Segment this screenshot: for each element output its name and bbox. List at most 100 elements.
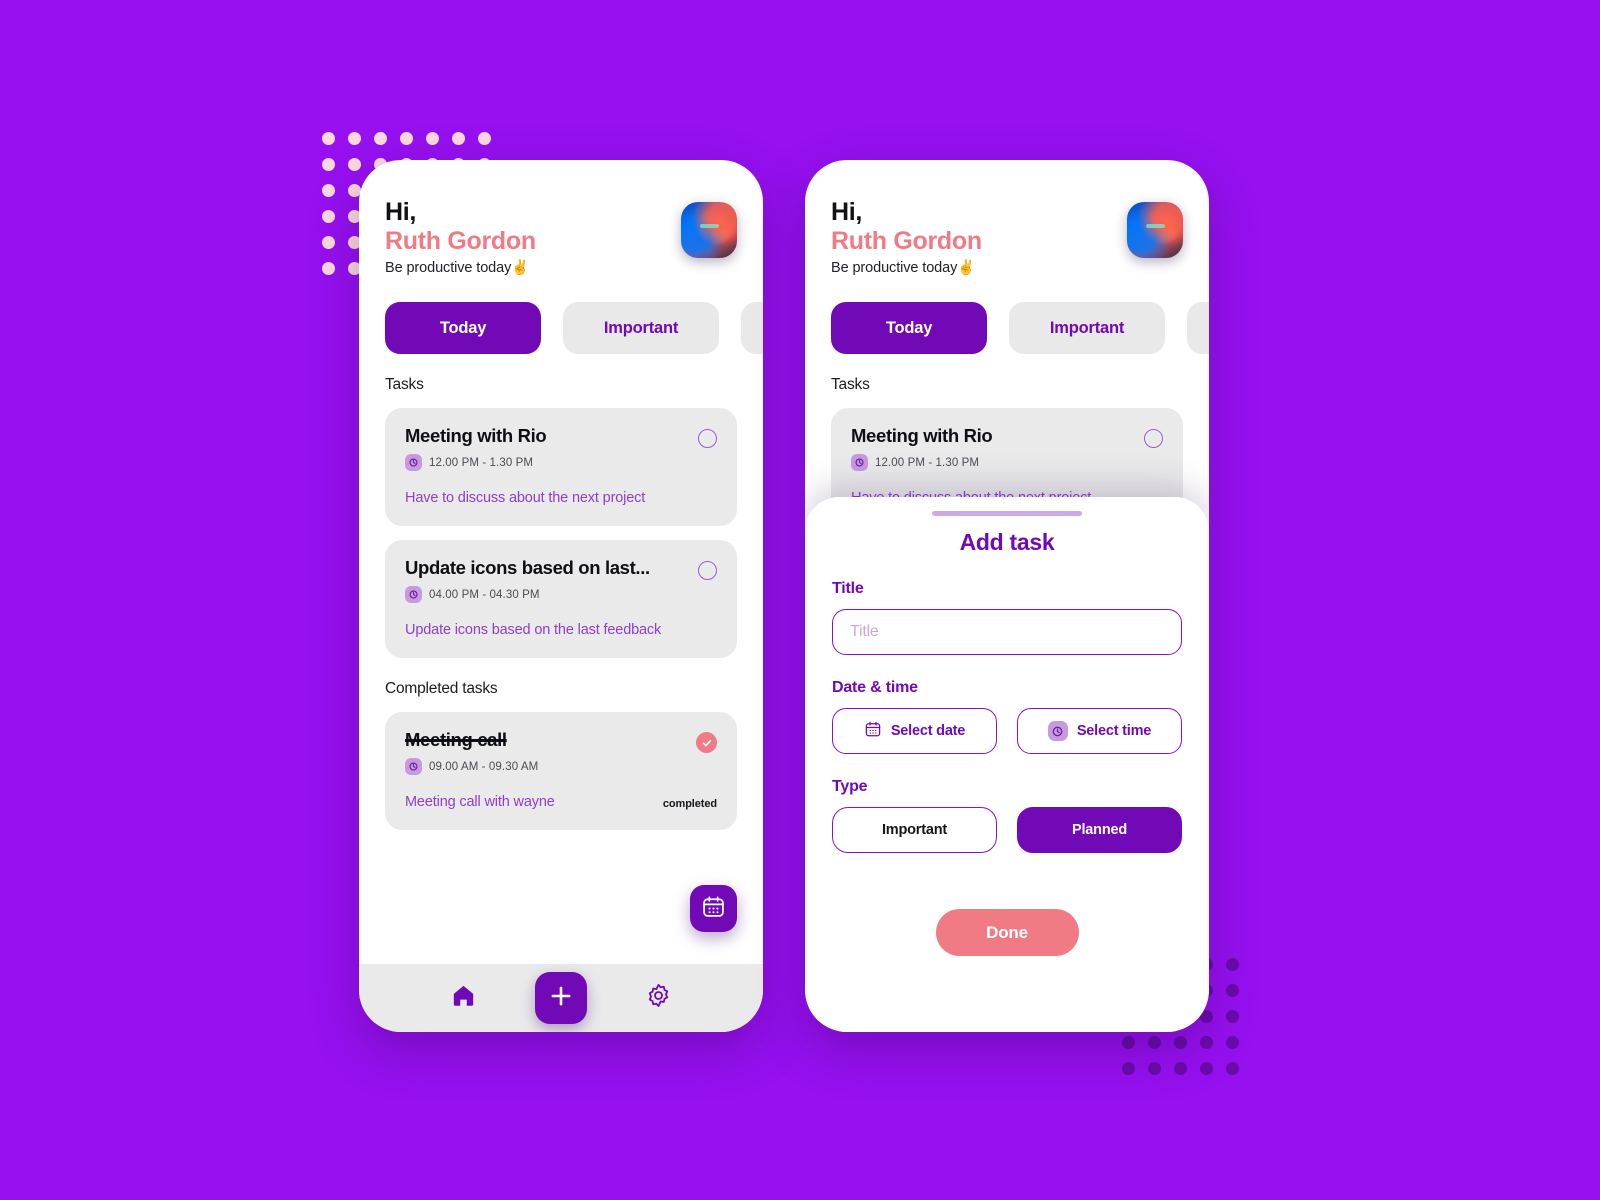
- app-header: Hi, Ruth Gordon Be productive today✌️: [359, 160, 763, 276]
- check-icon[interactable]: [696, 732, 717, 754]
- select-date-label: Select date: [890, 723, 966, 739]
- tab-today[interactable]: Today: [385, 302, 541, 355]
- task-time: 04.00 PM - 04.30 PM: [429, 588, 540, 601]
- decorative-dot: [1122, 1062, 1135, 1075]
- greeting-text: Hi,: [385, 198, 417, 226]
- title-input[interactable]: [832, 609, 1182, 655]
- type-planned-label: Planned: [1072, 822, 1127, 838]
- nav-home-button[interactable]: [450, 982, 477, 1014]
- clock-icon: [405, 758, 422, 776]
- decorative-dot: [1148, 1036, 1161, 1049]
- decorative-dot: [478, 132, 491, 145]
- decorative-dot: [1200, 1036, 1213, 1049]
- table-row[interactable]: Update icons based on last... 04.00 PM -…: [385, 540, 737, 659]
- datetime-picker-row: Select date Select time: [832, 708, 1182, 754]
- decorative-dot: [1226, 1010, 1239, 1023]
- calendar-button[interactable]: [690, 885, 737, 932]
- screen-task-list: Hi, Ruth Gordon Be productive today✌️ To…: [359, 160, 763, 1032]
- greeting-text: Hi,: [831, 198, 863, 226]
- type-field-label: Type: [832, 778, 868, 795]
- clock-icon: [405, 586, 422, 604]
- title-field-label: Title: [832, 580, 864, 597]
- task-title: Update icons based on last...: [405, 557, 650, 579]
- select-date-button[interactable]: Select date: [832, 708, 997, 754]
- task-complete-toggle[interactable]: [1144, 429, 1163, 449]
- task-title: Meeting with Rio: [851, 425, 993, 447]
- decorative-dot: [322, 236, 335, 249]
- decorative-dot: [1226, 984, 1239, 997]
- calendar-icon: [701, 894, 726, 924]
- clock-icon: [851, 454, 868, 472]
- nav-settings-button[interactable]: [645, 982, 672, 1014]
- task-desc-row: Have to discuss about the next project: [405, 490, 717, 506]
- decorative-dot: [1174, 1062, 1187, 1075]
- task-description: Update icons based on the last feedback: [405, 622, 662, 639]
- decorative-dot: [1226, 1036, 1239, 1049]
- decorative-dot: [426, 132, 439, 145]
- table-row[interactable]: Meeting with Rio 12.00 PM - 1.30 PM Have…: [385, 408, 737, 527]
- greeting-block: Hi, Ruth Gordon Be productive today✌️: [385, 198, 536, 276]
- tab-today[interactable]: Today: [831, 302, 987, 355]
- tab-important-label: Important: [603, 318, 679, 337]
- user-name: Ruth Gordon: [831, 227, 982, 255]
- type-important-label: Important: [881, 822, 948, 838]
- tab-important-label: Important: [1049, 318, 1125, 337]
- avatar[interactable]: [681, 202, 737, 258]
- task-complete-toggle[interactable]: [698, 561, 717, 581]
- tab-bar: Today Important: [805, 276, 1209, 355]
- phone-mockup-add-task: Hi, Ruth Gordon Be productive today✌️ To…: [805, 160, 1209, 1032]
- tab-important[interactable]: Important: [563, 302, 719, 355]
- tasks-section-label: Tasks: [831, 376, 870, 394]
- decorative-dot: [322, 184, 335, 197]
- greeting-subtitle: Be productive today✌️: [831, 260, 976, 277]
- task-title: Meeting call: [405, 729, 507, 751]
- gear-icon: [645, 982, 672, 1014]
- decorative-dot: [1200, 1062, 1213, 1075]
- task-time: 09.00 AM - 09.30 AM: [429, 760, 539, 773]
- task-card-top: Meeting with Rio 12.00 PM - 1.30 PM: [405, 425, 717, 472]
- bottom-navigation: [359, 964, 763, 1032]
- select-time-label: Select time: [1076, 723, 1152, 739]
- task-meta: 09.00 AM - 09.30 AM: [405, 758, 539, 776]
- tasks-section-label: Tasks: [385, 376, 424, 394]
- task-card-top: Update icons based on last... 04.00 PM -…: [405, 557, 717, 604]
- select-time-button[interactable]: Select time: [1017, 708, 1182, 754]
- decorative-dot: [322, 158, 335, 171]
- task-title: Meeting with Rio: [405, 425, 547, 447]
- user-name: Ruth Gordon: [385, 227, 536, 255]
- decorative-dot: [1122, 1036, 1135, 1049]
- tab-next-partial[interactable]: [1187, 302, 1209, 355]
- avatar[interactable]: [1127, 202, 1183, 258]
- tab-today-label: Today: [439, 318, 487, 337]
- task-desc-row: Update icons based on the last feedback: [405, 622, 717, 638]
- page-title: Add task: [959, 529, 1055, 555]
- screen-add-task: Hi, Ruth Gordon Be productive today✌️ To…: [805, 160, 1209, 1032]
- type-option-planned[interactable]: Planned: [1017, 807, 1182, 853]
- app-header: Hi, Ruth Gordon Be productive today✌️: [805, 160, 1209, 276]
- decorative-dot: [400, 132, 413, 145]
- greeting-subtitle: Be productive today✌️: [385, 260, 530, 277]
- type-option-important[interactable]: Important: [832, 807, 997, 853]
- tab-next-partial[interactable]: [741, 302, 763, 355]
- plus-icon: [548, 983, 574, 1014]
- task-time: 12.00 PM - 1.30 PM: [429, 456, 534, 469]
- add-task-button[interactable]: [535, 972, 587, 1024]
- decorative-dot: [374, 132, 387, 145]
- done-button[interactable]: Done: [935, 909, 1079, 956]
- task-card-info: Meeting with Rio 12.00 PM - 1.30 PM: [851, 425, 993, 472]
- task-complete-toggle[interactable]: [698, 429, 717, 449]
- task-card-top: Meeting call 09.00 AM - 09.30 AM: [405, 729, 717, 776]
- decorative-dot: [1148, 1062, 1161, 1075]
- tab-important[interactable]: Important: [1009, 302, 1165, 355]
- task-time: 12.00 PM - 1.30 PM: [875, 456, 980, 469]
- task-list: Meeting with Rio 12.00 PM - 1.30 PM Have…: [359, 394, 763, 659]
- greeting-block: Hi, Ruth Gordon Be productive today✌️: [831, 198, 982, 276]
- modal-drag-handle[interactable]: [932, 511, 1082, 516]
- task-card-top: Meeting with Rio 12.00 PM - 1.30 PM: [851, 425, 1163, 472]
- decorative-dot: [322, 262, 335, 275]
- task-card-info: Update icons based on last... 04.00 PM -…: [405, 557, 650, 604]
- table-row[interactable]: Meeting call 09.00 AM - 09.30 AM Meeting…: [385, 712, 737, 831]
- add-task-modal: Add task Title Date & time: [805, 497, 1209, 1032]
- status-badge: completed: [662, 798, 717, 811]
- task-desc-row: Meeting call with wayne completed: [405, 794, 717, 810]
